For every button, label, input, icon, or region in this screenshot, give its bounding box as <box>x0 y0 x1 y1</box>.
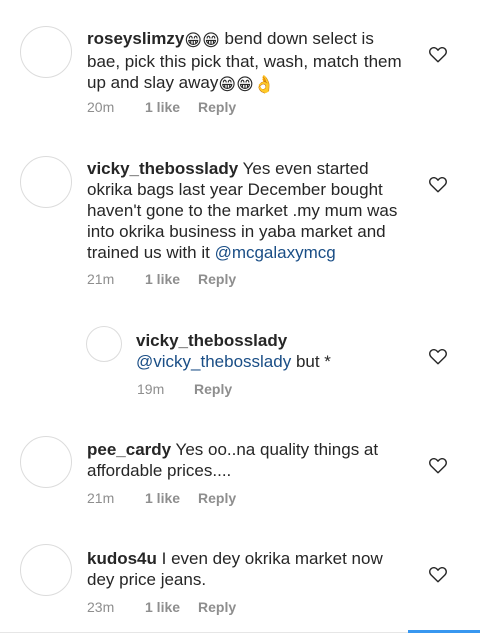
avatar[interactable] <box>20 26 72 78</box>
likes-count[interactable]: 1 like <box>145 99 198 115</box>
comment-item: kudos4u I even dey okrika market now dey… <box>0 520 480 633</box>
comment-item: roseyslimzy😁😁 bend down select is bae, p… <box>0 0 480 130</box>
comment-username[interactable]: vicky_thebosslady <box>136 331 287 350</box>
reply-item: vicky_thebosslady @vicky_thebosslady but … <box>0 300 480 410</box>
comment-meta: 20m 1 like Reply <box>87 99 236 115</box>
comment-username[interactable]: kudos4u <box>87 549 157 568</box>
comment-username[interactable]: vicky_thebosslady <box>87 159 238 178</box>
avatar[interactable] <box>20 436 72 488</box>
heart-outline-icon[interactable] <box>428 45 448 63</box>
heart-outline-icon[interactable] <box>428 565 448 583</box>
comment-time: 19m <box>137 381 165 397</box>
reply-button[interactable]: Reply <box>198 271 236 287</box>
reply-button[interactable]: Reply <box>194 381 232 397</box>
comment-username[interactable]: roseyslimzy <box>87 29 184 48</box>
avatar[interactable] <box>86 326 122 362</box>
comment-body: but * <box>291 352 331 371</box>
heart-outline-icon[interactable] <box>428 456 448 474</box>
comment-text: pee_cardy Yes oo..na quality things at a… <box>87 439 397 481</box>
mention-link[interactable]: @vicky_thebosslady <box>136 352 291 371</box>
comment-username[interactable]: pee_cardy <box>87 440 171 459</box>
avatar[interactable] <box>20 156 72 208</box>
grinning-emoji: 😁😁👌 <box>218 75 275 94</box>
heart-outline-icon[interactable] <box>428 347 448 365</box>
reply-button[interactable]: Reply <box>198 599 236 615</box>
comment-meta: 21m 1 like Reply <box>87 490 236 506</box>
comment-time: 21m <box>87 490 115 506</box>
comment-text: vicky_thebosslady @vicky_thebosslady but … <box>136 330 406 372</box>
comment-text: kudos4u I even dey okrika market now dey… <box>87 548 397 590</box>
comment-meta: 23m 1 like Reply <box>87 599 236 615</box>
comment-text: vicky_thebosslady Yes even started okrik… <box>87 158 409 263</box>
grinning-emoji: 😁😁 <box>184 31 220 50</box>
comment-time: 23m <box>87 599 115 615</box>
comment-meta: 21m 1 like Reply <box>87 271 236 287</box>
comment-item: pee_cardy Yes oo..na quality things at a… <box>0 410 480 520</box>
likes-count[interactable]: 1 like <box>145 490 198 506</box>
comment-item: vicky_thebosslady Yes even started okrik… <box>0 130 480 300</box>
heart-outline-icon[interactable] <box>428 175 448 193</box>
likes-count[interactable]: 1 like <box>145 271 198 287</box>
comment-text: roseyslimzy😁😁 bend down select is bae, p… <box>87 28 407 95</box>
avatar[interactable] <box>20 544 72 596</box>
reply-button[interactable]: Reply <box>198 99 236 115</box>
reply-button[interactable]: Reply <box>198 490 236 506</box>
comment-time: 21m <box>87 271 115 287</box>
comment-time: 20m <box>87 99 115 115</box>
likes-count[interactable]: 1 like <box>145 599 198 615</box>
comment-meta: 19m Reply <box>137 381 232 397</box>
mention-link[interactable]: @mcgalaxymcg <box>215 243 336 262</box>
